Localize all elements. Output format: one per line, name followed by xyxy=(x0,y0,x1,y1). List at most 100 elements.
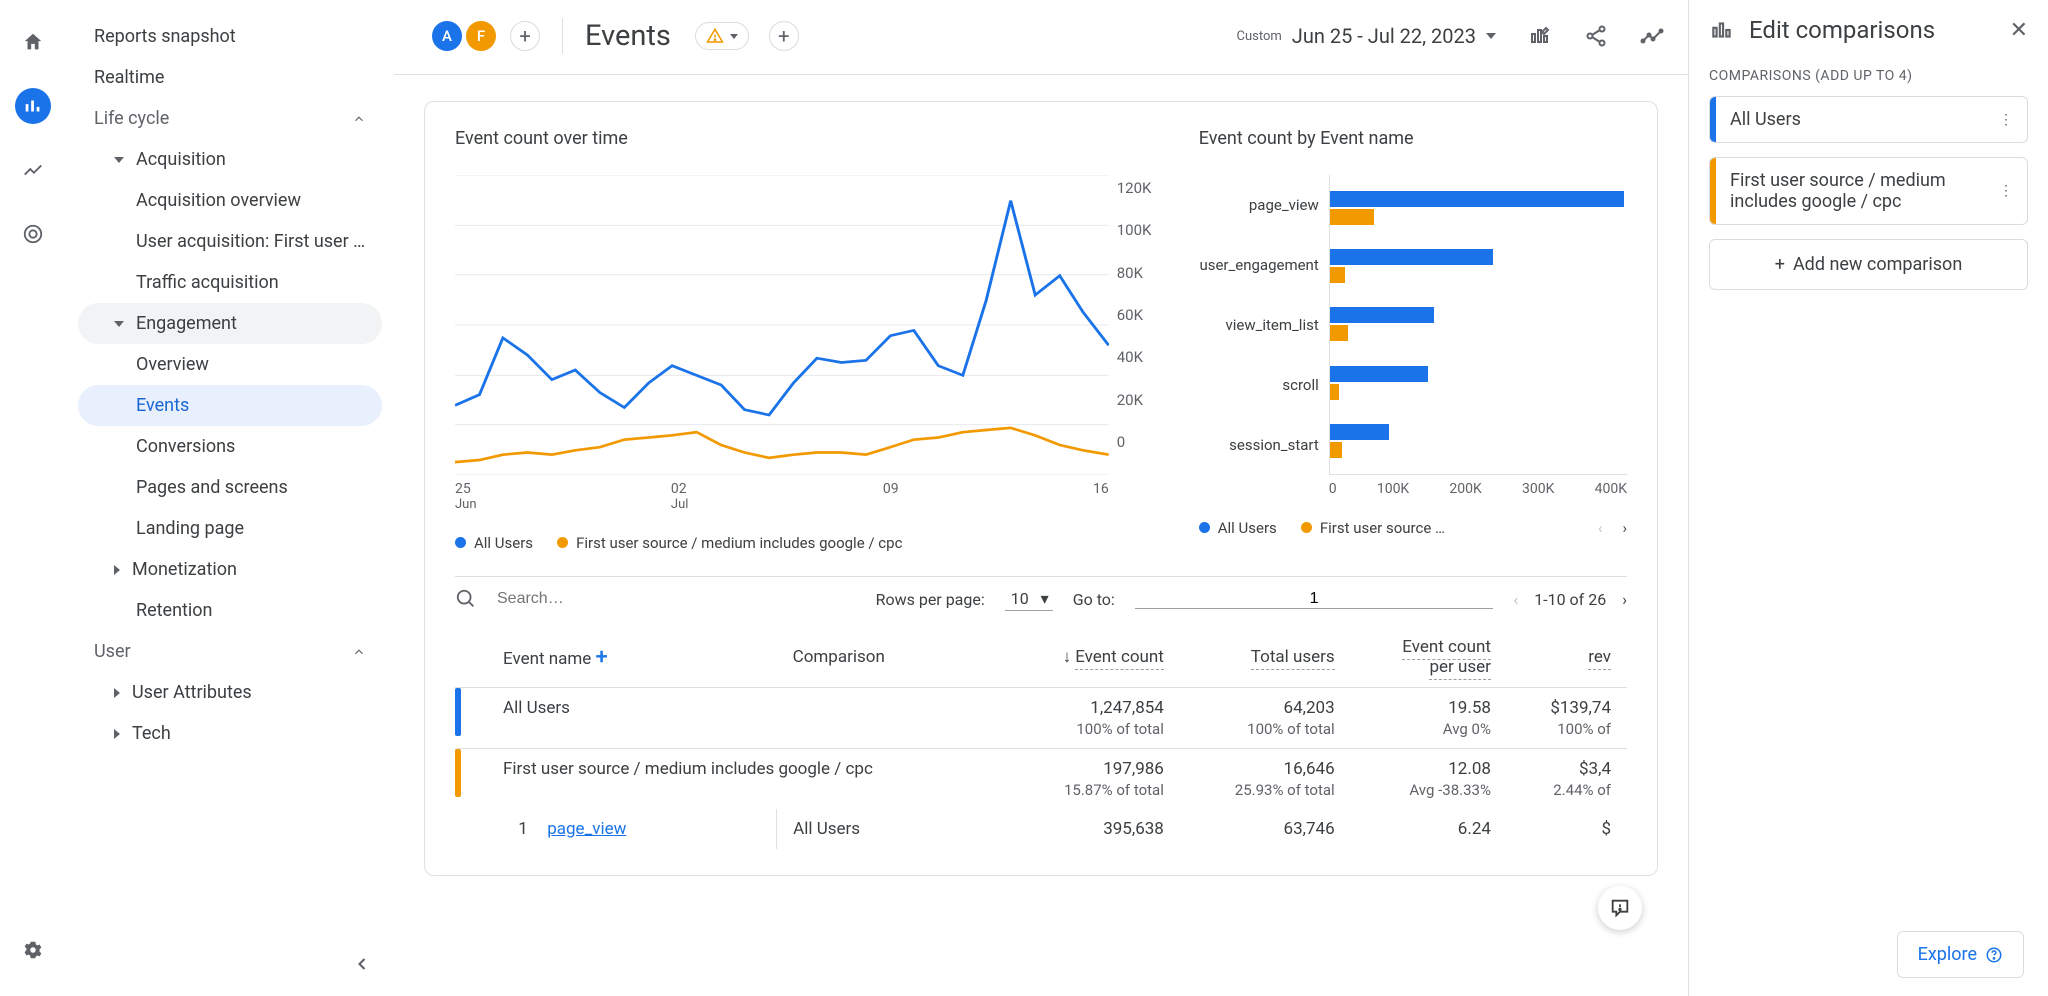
search-icon[interactable] xyxy=(455,588,477,610)
event-link[interactable]: page_view xyxy=(547,819,626,839)
rows-per-page-select[interactable]: 10 ▾ xyxy=(1005,587,1053,611)
sidebar: Reports snapshot Realtime Life cycle Acq… xyxy=(66,0,394,996)
bar-chart-title: Event count by Event name xyxy=(1199,128,1627,149)
goto-input[interactable] xyxy=(1135,590,1494,609)
comparison-card-first-user[interactable]: First user source / medium includes goog… xyxy=(1709,157,2028,225)
col-event-count[interactable]: ↓Event count xyxy=(1007,627,1179,688)
goto-label: Go to: xyxy=(1073,590,1115,609)
table-row[interactable]: 1 page_view All Users 395,638 63,746 6.2… xyxy=(455,809,1627,849)
legend-dot-orange xyxy=(557,537,568,548)
sidebar-engagement[interactable]: Engagement xyxy=(78,303,382,344)
pager-prev-icon[interactable]: ‹ xyxy=(1513,590,1518,609)
panel-subtitle: COMPARISONS (ADD UP TO 4) xyxy=(1709,68,2028,84)
legend-prev-icon[interactable]: ‹ xyxy=(1598,519,1603,537)
add-filter-icon[interactable]: + xyxy=(769,21,799,51)
collapse-sidebar-icon[interactable] xyxy=(352,954,372,978)
sidebar-acquisition[interactable]: Acquisition xyxy=(78,139,382,180)
add-comparison-icon[interactable]: + xyxy=(510,21,540,51)
search-input[interactable] xyxy=(497,590,856,608)
icon-rail xyxy=(0,0,66,996)
legend-all-users: All Users xyxy=(1218,519,1277,537)
line-chart[interactable]: 120K100K80K60K40K20K0 xyxy=(455,175,1169,475)
sidebar-conversions[interactable]: Conversions xyxy=(78,426,382,467)
feedback-button[interactable] xyxy=(1598,886,1642,930)
settings-icon[interactable] xyxy=(15,932,51,968)
close-icon[interactable]: ✕ xyxy=(2010,18,2028,43)
sidebar-lifecycle-label: Life cycle xyxy=(94,108,169,129)
reports-icon[interactable] xyxy=(15,88,51,124)
sidebar-reports-snapshot[interactable]: Reports snapshot xyxy=(78,16,382,57)
divider xyxy=(562,18,563,54)
more-icon[interactable]: ⋮ xyxy=(1999,112,2013,128)
summary-row-all-users: All Users 1,247,854100% of total 64,2031… xyxy=(455,688,1627,749)
stripe-blue xyxy=(455,688,461,736)
legend-first-user: First user source / medium includes goog… xyxy=(576,534,902,552)
bar-chart-section: Event count by Event name page_view user… xyxy=(1199,128,1627,552)
date-range-picker[interactable]: Custom Jun 25 - Jul 22, 2023 xyxy=(1237,24,1497,48)
sidebar-traffic-acquisition[interactable]: Traffic acquisition xyxy=(78,262,382,303)
table-controls: Rows per page: 10 ▾ Go to: ‹ 1-10 of 26 … xyxy=(455,576,1627,627)
col-total-users[interactable]: Total users xyxy=(1180,627,1351,688)
add-comparison-label: Add new comparison xyxy=(1793,254,1962,275)
share-icon[interactable] xyxy=(1584,24,1608,48)
sidebar-lifecycle[interactable]: Life cycle xyxy=(78,98,382,139)
warning-icon xyxy=(706,27,724,45)
bar-chart-labels: page_view user_engagement view_item_list… xyxy=(1199,175,1329,475)
sidebar-retention[interactable]: Retention xyxy=(78,590,382,631)
page-title: Events xyxy=(585,19,671,53)
sidebar-events[interactable]: Events xyxy=(78,385,382,426)
legend-dot-blue xyxy=(1199,522,1210,533)
sidebar-tech[interactable]: Tech xyxy=(78,713,382,754)
home-icon[interactable] xyxy=(15,24,51,60)
caret-down-icon xyxy=(114,157,124,163)
add-dimension-icon[interactable]: + xyxy=(596,645,608,670)
edit-comparisons-panel: Edit comparisons ✕ COMPARISONS (ADD UP T… xyxy=(1688,0,2048,996)
panel-title: Edit comparisons xyxy=(1749,16,1996,44)
legend-first-user: First user source / m… xyxy=(1320,519,1451,537)
more-icon[interactable]: ⋮ xyxy=(1999,183,2013,199)
chevron-down-icon xyxy=(730,34,738,39)
col-event-name[interactable]: Event name xyxy=(503,649,591,669)
sidebar-overview[interactable]: Overview xyxy=(78,344,382,385)
comparison-card-label: First user source / medium includes goog… xyxy=(1724,170,1987,212)
explore-button[interactable]: Explore xyxy=(1897,931,2024,978)
insights-icon[interactable] xyxy=(1640,24,1664,48)
main-header: A F + Events + Custom Jun 25 - Jul 22, 2… xyxy=(394,0,1688,75)
stripe-blue xyxy=(1710,97,1716,142)
explore-icon[interactable] xyxy=(15,152,51,188)
comparison-chip-all[interactable]: A xyxy=(432,21,462,51)
pager-next-icon[interactable]: › xyxy=(1622,590,1627,609)
advertising-icon[interactable] xyxy=(15,216,51,252)
col-comparison: Comparison xyxy=(777,627,1008,688)
comparison-card-label: All Users xyxy=(1724,109,1987,130)
comparison-chip-first[interactable]: F xyxy=(466,21,496,51)
add-comparison-button[interactable]: + Add new comparison xyxy=(1709,239,2028,290)
col-event-count-per-user[interactable]: Event countper user xyxy=(1351,627,1507,688)
warning-chip[interactable] xyxy=(695,22,749,50)
sidebar-pages-screens[interactable]: Pages and screens xyxy=(78,467,382,508)
sidebar-user-label: User xyxy=(94,641,131,662)
chart-icon xyxy=(1709,17,1735,43)
sidebar-acquisition-overview[interactable]: Acquisition overview xyxy=(78,180,382,221)
legend-next-icon[interactable]: › xyxy=(1622,519,1627,537)
help-icon xyxy=(1985,946,2003,964)
bar-chart[interactable]: page_view user_engagement view_item_list… xyxy=(1199,175,1627,475)
sidebar-realtime[interactable]: Realtime xyxy=(78,57,382,98)
sidebar-landing-page[interactable]: Landing page xyxy=(78,508,382,549)
bar-chart-xaxis: 0100K200K300K400K xyxy=(1199,481,1627,497)
rows-per-page-label: Rows per page: xyxy=(876,590,985,609)
legend-dot-orange xyxy=(1301,522,1312,533)
sidebar-tech-label: Tech xyxy=(132,723,171,744)
comparison-card-all-users[interactable]: All Users ⋮ xyxy=(1709,96,2028,143)
col-revenue[interactable]: rev xyxy=(1507,627,1627,688)
content: Event count over time xyxy=(394,75,1688,996)
sidebar-user-attributes[interactable]: User Attributes xyxy=(78,672,382,713)
customize-report-icon[interactable] xyxy=(1528,24,1552,48)
sidebar-user-acquisition[interactable]: User acquisition: First user … xyxy=(78,221,382,262)
sidebar-engagement-label: Engagement xyxy=(136,313,237,334)
chevron-down-icon xyxy=(1486,33,1496,39)
legend-dot-blue xyxy=(455,537,466,548)
sidebar-user[interactable]: User xyxy=(78,631,382,672)
main: A F + Events + Custom Jun 25 - Jul 22, 2… xyxy=(394,0,1688,996)
sidebar-monetization[interactable]: Monetization xyxy=(78,549,382,590)
